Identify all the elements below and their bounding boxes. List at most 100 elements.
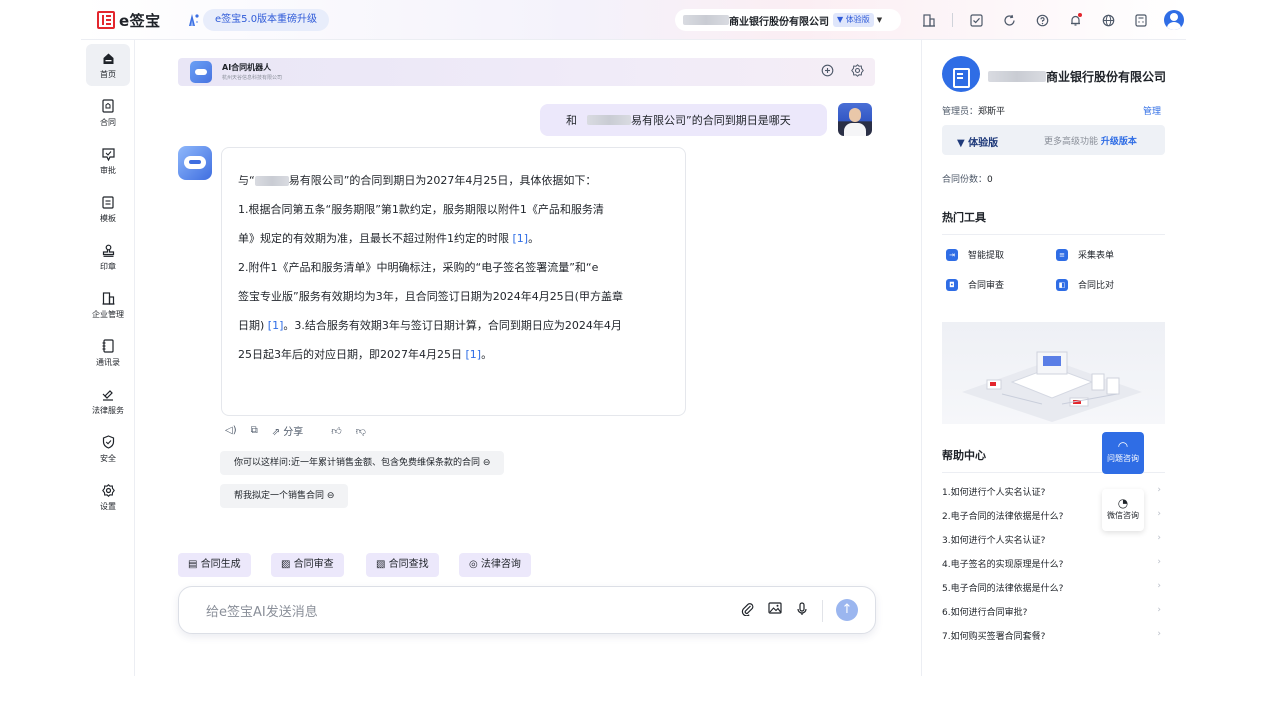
company-name-part: 商业 [1046,70,1071,84]
extract-icon: ⇥ [946,248,958,261]
consult-float-button[interactable]: ◠ 问题咨询 [1102,432,1144,474]
message-input[interactable]: 给e签宝AI发送消息 [206,601,318,620]
company-name: 银行股份有限公司 [1070,70,1167,84]
arrow-right-circle-icon: ⊖ [482,458,491,468]
upgrade-announcement-pill[interactable]: e签宝5.0版本重磅升级 [203,9,330,31]
quick-action-contract-review[interactable]: ▨ 合同审查 [271,553,344,577]
tool-collect-form[interactable]: ≡ 采集表单 [1056,248,1114,261]
building-icon[interactable] [919,10,939,30]
help-icon[interactable] [1032,10,1052,30]
answer-text: 。3.结合服务有效期3年与签订日期计算，合同到期日应为2024年4月 [283,319,622,332]
chevron-down-icon: ▼ [876,16,883,24]
faq-item[interactable]: 7.如何购买签署合同套餐? › [942,629,1165,642]
chevron-right-icon: › [1157,581,1161,591]
sidebar-item-legal[interactable]: 法律服务 [86,380,130,422]
citation-link[interactable]: [1] [513,232,529,245]
quick-action-legal-consult[interactable]: ◎ 法律咨询 [459,553,531,577]
task-check-icon[interactable] [966,10,986,30]
admin-name: 郑斯平 [978,107,1006,117]
company-switcher[interactable]: 商业银行股份有限公司 ▼ 体验版 ▼ [675,9,901,31]
faq-text: 7.如何购买签署合同套餐? [942,632,1046,642]
quick-action-label: 合同查找 [388,559,429,570]
sidebar-item-template[interactable]: 模板 [86,188,130,230]
answer-line: 与“ 易有限公司”的合同到期日为2027年4月25日，具体依据如下： [238,166,669,195]
new-chat-icon[interactable] [819,64,835,80]
copy-icon[interactable]: ⧉ [251,425,258,436]
redacted-text [988,71,1046,82]
faq-text: 2.电子合同的法律依据是什么? [942,512,1064,522]
app-logo[interactable]: e签宝 [97,10,161,30]
faq-item[interactable]: 5.电子合同的法律依据是什么? › [942,581,1165,594]
chevron-right-icon: › [1157,557,1161,567]
bot-answer-card: 与“ 易有限公司”的合同到期日为2027年4月25日，具体依据如下： 1.根据合同… [221,147,686,416]
settings-icon[interactable] [849,64,865,80]
share-button[interactable]: ⇗ 分享 [272,423,318,438]
sidebar-item-seal[interactable]: 印章 [86,236,130,278]
sidebar-item-approval[interactable]: 审批 [86,140,130,182]
image-icon[interactable] [766,602,784,620]
chevron-right-icon: › [1157,485,1161,495]
faq-item[interactable]: 6.如何进行合同审批? › [942,605,1165,618]
attachment-icon[interactable] [738,602,756,620]
sidebar-item-label: 通讯录 [96,358,120,367]
answer-text: 。 [481,348,493,361]
manage-link[interactable]: 管理 [1143,104,1161,117]
quick-action-contract-search[interactable]: ▧ 合同查找 [366,553,439,577]
globe-icon[interactable] [1098,10,1118,30]
citation-link[interactable]: [1] [268,319,284,332]
suggestion-chip[interactable]: 帮我拟定一个销售合同 ⊖ [220,484,349,508]
user-avatar[interactable] [1164,10,1184,30]
quick-action-label: 法律咨询 [480,559,521,570]
sidebar-item-label: 安全 [100,454,116,463]
bot-company: 杭州天谷信息科技有限公司 [222,75,283,81]
quick-action-contract-generate[interactable]: ▤ 合同生成 [178,553,251,577]
sidebar-item-security[interactable]: 安全 [86,428,130,470]
sidebar-item-contract[interactable]: 合同 [86,92,130,134]
citation-link[interactable]: [1] [465,348,481,361]
company-title: 商业 银行股份有限公司 [988,68,1166,85]
notification-bell-icon[interactable] [1065,10,1085,30]
faq-item[interactable]: 4.电子签名的实现原理是什么? › [942,557,1165,570]
sidebar-item-label: 设置 [100,502,116,511]
top-icon-group [919,10,1184,30]
quick-action-label: 合同审查 [293,559,334,570]
answer-line: 签宝专业版”服务有效期均为3年，且合同签订日期为2024年4月25日(甲方盖章 [238,290,623,303]
upgrade-link[interactable]: 升级版本 [1101,137,1137,147]
divider [942,234,1165,235]
version-label: 体验版 [968,138,999,149]
refresh-icon[interactable] [999,10,1019,30]
contract-count-value: 0 [987,175,993,185]
upgrade-prompt: 更多高级功能 升级版本 [1044,134,1137,147]
wechat-icon: ◔ [1117,496,1129,510]
tool-contract-compare[interactable]: ◧ 合同比对 [1056,278,1114,291]
notification-dot [1078,13,1082,17]
template-icon [100,194,116,210]
faq-item[interactable]: 3.如何进行个人实名认证? › [942,533,1165,546]
answer-text: 。 [528,232,540,245]
user-message-text: 易有限公司”的合同到期日是哪天 [631,114,791,127]
tool-smart-extract[interactable]: ⇥ 智能提取 [946,248,1004,261]
redacted-text [683,15,729,25]
calculator-icon[interactable] [1131,10,1151,30]
approval-icon [100,146,116,162]
sidebar-item-label: 审批 [100,166,116,175]
admin-label: 管理员： [942,107,979,117]
send-button[interactable]: ↑ [836,599,858,621]
sidebar-item-enterprise[interactable]: 企业管理 [86,284,130,326]
suggestion-chip[interactable]: 你可以这样问:近一年累计销售金额、包含免费维保条款的合同 ⊖ [220,451,505,475]
speaker-icon[interactable]: ◁) [225,425,237,436]
version-name: ▼ 体验版 [957,138,999,149]
sidebar-item-home[interactable]: 首页 [86,44,130,86]
tool-contract-review[interactable]: ◘ 合同审查 [946,278,1004,291]
sidebar-item-settings[interactable]: 设置 [86,476,130,518]
thumbs-up-icon[interactable]: 👍︎ [331,425,341,437]
promo-banner-image[interactable] [942,322,1165,424]
sidebar-item-contacts[interactable]: 通讯录 [86,332,130,374]
tool-label: 采集表单 [1078,251,1115,261]
thumbs-down-icon[interactable]: 👎︎ [356,425,366,437]
message-composer[interactable]: 给e签宝AI发送消息 ↑ [178,586,876,634]
wechat-float-button[interactable]: ◔ 微信咨询 [1102,489,1144,531]
version-card: ▼ 体验版 更多高级功能 升级版本 [942,125,1165,155]
wechat-label: 微信咨询 [1107,511,1139,520]
microphone-icon[interactable] [793,602,811,620]
